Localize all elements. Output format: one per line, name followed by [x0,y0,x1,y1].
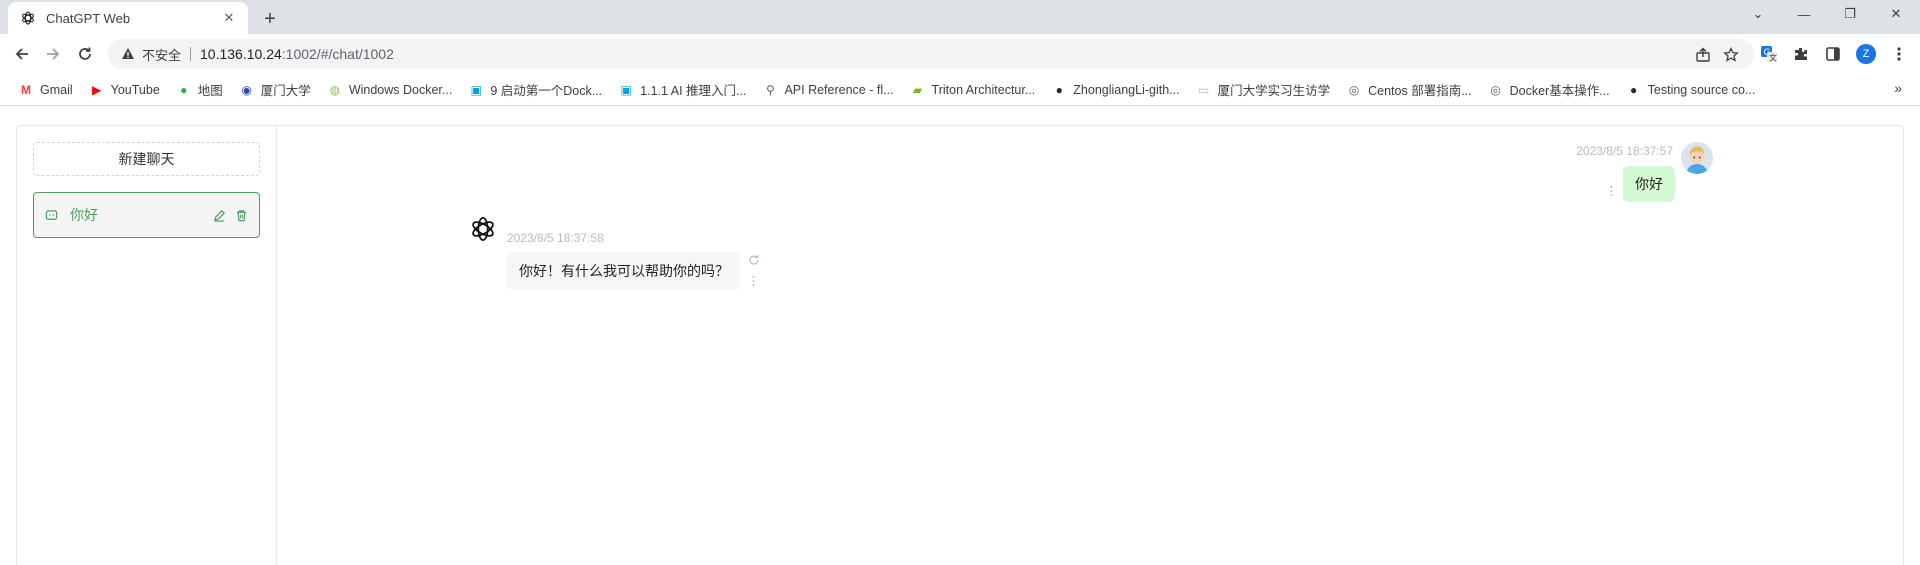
chat-bubble-icon [44,208,58,222]
bookmark-label: Windows Docker... [348,82,453,97]
side-panel-icon[interactable] [1824,45,1842,63]
bookmark-item[interactable]: ▰ Triton Architectur... [904,77,1042,103]
chat-main: 2023/8/5 18:37:57 你好 2023/8/5 18:37:58 你… [277,126,1903,565]
bookmark-item[interactable]: ● 地图 [170,77,229,103]
back-button[interactable] [8,40,36,68]
new-chat-button[interactable]: 新建聊天 [33,142,260,176]
openai-icon [20,10,36,26]
web-page: 新建聊天 你好 2023/8/5 18:37:57 你好 2023/8/5 18… [0,107,1920,565]
address-divider [190,47,192,61]
bookmark-label: 厦门大学 [260,84,311,98]
browser-tab[interactable]: ChatGPT Web ✕ [8,2,248,34]
pin-icon: ⚲ [766,82,775,97]
arrow-right-icon [47,48,60,60]
security-label[interactable]: 不安全 [142,45,181,64]
bookmark-item[interactable]: ⚲ API Reference - fl... [756,77,899,103]
bookmark-label: YouTube [110,82,160,97]
svg-text:文: 文 [1769,53,1777,63]
bookmark-label: Centos 部署指南... [1368,84,1472,98]
tab-close-icon[interactable]: ✕ [220,9,238,27]
share-icon[interactable] [1694,46,1712,64]
bookmark-item[interactable]: ◉ 厦门大学 [233,77,317,103]
sidebar: 新建聊天 你好 [17,126,277,565]
bilibili-icon: ▣ [620,82,632,97]
browser-tab-strip: ChatGPT Web ✕ + ⌄ — ❐ ✕ [0,0,1920,34]
user-message-bubble: 你好 [1623,166,1675,202]
nvidia-icon: ▰ [912,82,923,97]
bookmark-item[interactable]: ▭ 厦门大学实习生访学 [1190,77,1337,103]
bookmark-label: 1.1.1 AI 推理入门... [640,84,747,98]
tab-search-icon[interactable]: ⌄ [1736,0,1780,28]
bookmark-item[interactable]: ◎ Docker基本操作... [1482,77,1616,103]
regenerate-icon[interactable] [747,253,761,267]
chat-app: 新建聊天 你好 2023/8/5 18:37:57 你好 2023/8/5 18… [16,125,1904,565]
chat-title: 你好 [70,207,98,223]
bookmark-label: Testing source co... [1647,82,1756,97]
translate-icon[interactable]: G文 [1760,45,1778,63]
bookmark-label: Docker基本操作... [1509,84,1610,98]
chat-history-item[interactable]: 你好 [33,192,260,238]
bookmark-label: 地图 [197,84,223,98]
bookmark-label: Gmail [40,82,73,97]
bookmark-item[interactable]: ● ZhongliangLi-gith... [1045,77,1185,103]
message-more-icon[interactable] [749,274,757,288]
globe-icon: ◎ [1348,82,1360,97]
arrow-left-icon [15,48,28,60]
forward-button[interactable] [39,40,67,68]
assistant-avatar-openai-icon [467,213,499,245]
github-icon: ● [1630,82,1638,97]
bookmark-item[interactable]: M Gmail [12,77,79,103]
message-more-icon[interactable] [1607,184,1615,198]
warning-icon[interactable] [120,46,136,62]
minimize-icon[interactable]: — [1782,0,1826,28]
edit-icon[interactable] [211,207,227,223]
bookmark-item[interactable]: ● Testing source co... [1620,77,1762,103]
new-tab-button[interactable]: + [258,7,282,31]
bookmark-label: Triton Architectur... [931,82,1036,97]
gmail-icon: M [21,82,31,97]
globe-icon: ◎ [1490,82,1501,97]
xmu-icon: ◉ [241,82,253,97]
reload-icon [79,47,91,60]
menu-kebab-icon[interactable] [1890,45,1908,63]
bookmarks-overflow-icon[interactable]: » [1894,80,1902,96]
star-icon[interactable] [1722,46,1740,64]
bookmark-item[interactable]: ◍ Windows Docker... [321,77,459,103]
delete-icon[interactable] [233,207,249,223]
bookmarks-bar: M Gmail ▶ YouTube ● 地图 ◉ 厦门大学 ◍ Windows Docker...… [0,74,1920,106]
browser-toolbar: 不安全 10.136.10.24:1002/#/chat/1002 G文 Z [0,34,1920,74]
address-bar[interactable]: 不安全 10.136.10.24:1002/#/chat/1002 [108,39,1754,69]
bilibili-icon: ▣ [470,82,482,97]
docker-icon: ◍ [329,82,341,97]
restore-icon[interactable]: ❐ [1828,0,1872,28]
bookmark-label: ZhongliangLi-gith... [1073,82,1180,97]
extensions-icon[interactable] [1792,45,1810,63]
bookmark-label: 厦门大学实习生访学 [1217,84,1331,98]
bookmark-label: API Reference - fl... [784,82,894,97]
youtube-icon: ▶ [92,82,102,97]
page-icon: ▭ [1197,82,1210,97]
tab-title: ChatGPT Web [46,10,131,26]
bookmark-item[interactable]: ▣ 1.1.1 AI 推理入门... [612,77,752,103]
url-host: 10.136.10.24 [200,46,282,62]
assistant-message-bubble: 你好！有什么我可以帮助你的吗？ [507,252,740,290]
reload-button[interactable] [71,40,99,68]
assistant-message-time: 2023/8/5 18:37:58 [507,231,604,245]
window-close-icon[interactable]: ✕ [1874,0,1918,28]
bookmark-item[interactable]: ▶ YouTube [83,77,166,103]
maps-icon: ● [180,82,188,97]
user-avatar [1681,142,1713,174]
bookmark-label: 9 启动第一个Dock... [490,84,603,98]
url-path: :1002/#/chat/1002 [281,46,394,62]
profile-avatar[interactable]: Z [1856,44,1876,64]
user-message-time: 2023/8/5 18:37:57 [1576,144,1673,158]
bookmark-item[interactable]: ◎ Centos 部署指南... [1340,77,1478,103]
github-icon: ● [1055,82,1063,97]
bookmark-item[interactable]: ▣ 9 启动第一个Dock... [462,77,608,103]
